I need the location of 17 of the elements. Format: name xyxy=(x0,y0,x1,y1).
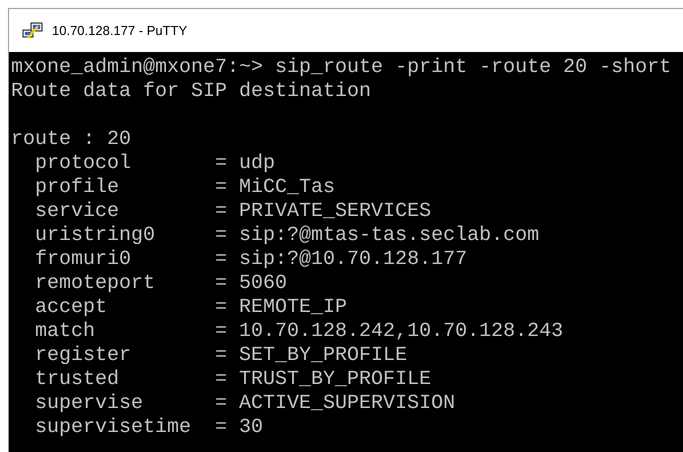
terminal-line: fromuri0 = sip:?@10.70.128.177 xyxy=(34,248,468,272)
terminal-line: route : 20 xyxy=(11,128,132,152)
terminal-line: service = PRIVATE_SERVICES xyxy=(34,200,432,224)
terminal-line: match = 10.70.128.242,10.70.128.243 xyxy=(34,320,564,344)
terminal-line: trusted = TRUST_BY_PROFILE xyxy=(34,368,432,392)
terminal-line: supervisetime = 30 xyxy=(34,416,264,440)
terminal-line: supervise = ACTIVE_SUPERVISION xyxy=(34,392,456,416)
terminal-line: profile = MiCC_Tas xyxy=(34,176,336,200)
terminal-line: protocol = udp xyxy=(34,152,276,176)
terminal-line: mxone_admin@mxone7:~> sip_route -print -route 20 -short xyxy=(11,56,672,80)
window-title: 10.70.128.177 - PuTTY xyxy=(52,22,188,40)
terminal-line: register = SET_BY_PROFILE xyxy=(34,344,408,368)
terminal-line: uristring0 = sip:?@mtas-tas.seclab.com xyxy=(34,224,540,248)
terminal-line: remoteport = 5060 xyxy=(34,272,288,296)
terminal-line: Route data for SIP destination xyxy=(11,80,372,104)
computers-icon xyxy=(22,20,44,40)
terminal-line: accept = REMOTE_IP xyxy=(34,296,348,320)
